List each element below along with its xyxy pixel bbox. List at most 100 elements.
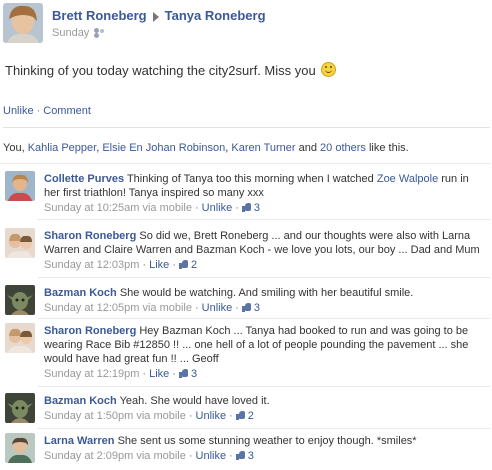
comment-item: Bazman Koch She would be watching. And s… — [0, 277, 492, 317]
mention-link[interactable]: Zoe Walpole — [377, 173, 438, 185]
comment-meta: Sunday at 12:19pm · Like · 3 — [44, 367, 484, 381]
thumbs-up-icon — [241, 302, 252, 312]
comment-body: Sharon Roneberg So did we, Brett Roneber… — [44, 229, 484, 272]
post-title: Brett Roneberg Tanya Roneberg — [52, 8, 266, 23]
comment-like-toggle[interactable]: Like — [149, 368, 169, 380]
comment-like-toggle[interactable]: Unlike — [202, 302, 233, 314]
liker-link[interactable]: Elsie En Johan Robinson — [102, 142, 225, 154]
post-header: Brett Roneberg Tanya Roneberg Sunday — [0, 0, 492, 50]
separator-dot: · — [188, 410, 193, 422]
comment-link[interactable]: Comment — [43, 105, 91, 117]
separator-dot: · — [36, 105, 41, 117]
separator-dot: · — [229, 410, 233, 422]
comment-like-count[interactable]: 3 — [241, 202, 261, 214]
comment-like-toggle[interactable]: Unlike — [196, 450, 227, 462]
friends-privacy-icon — [94, 28, 106, 37]
post-meta: Sunday — [52, 27, 106, 39]
post-actions: Unlike · Comment — [3, 105, 91, 117]
separator-dot: · — [142, 368, 147, 380]
like-count: 3 — [247, 450, 254, 462]
comment-author-link[interactable]: Larna Warren — [44, 435, 115, 447]
comment-time[interactable]: Sunday at 12:05pm via mobile — [44, 302, 192, 314]
separator-dot: · — [172, 368, 176, 380]
post-message-text: Thinking of you today watching the city2… — [5, 63, 316, 78]
comment-meta: Sunday at 12:03pm · Like · 2 — [44, 258, 484, 272]
thumbs-up-icon — [178, 259, 189, 269]
comment-time[interactable]: Sunday at 1:50pm via mobile — [44, 410, 186, 422]
comment-text: She would be watching. And smiling with … — [119, 287, 414, 299]
likes-others-link[interactable]: 20 others — [320, 142, 366, 154]
comment-body: Bazman Koch She would be watching. And s… — [44, 286, 484, 315]
separator-dot: · — [172, 259, 176, 271]
separator-dot: · — [142, 259, 147, 271]
comment-item: Sharon Roneberg So did we, Brett Roneber… — [0, 220, 492, 276]
post-time[interactable]: Sunday — [52, 27, 89, 39]
comment-meta: Sunday at 12:05pm via mobile · Unlike · 3 — [44, 301, 484, 315]
comment-like-count[interactable]: 2 — [235, 410, 254, 422]
thumbs-up-icon — [241, 202, 252, 212]
thumbs-up-icon — [235, 450, 246, 460]
separator-dot: · — [229, 450, 233, 462]
post-message: Thinking of you today watching the city2… — [5, 62, 337, 78]
comment-like-toggle[interactable]: Unlike — [196, 410, 227, 422]
comment-like-count[interactable]: 2 — [178, 259, 198, 271]
comment-time[interactable]: Sunday at 12:19pm — [44, 368, 139, 380]
like-count: 3 — [253, 202, 261, 214]
comment-like-toggle[interactable]: Unlike — [202, 202, 233, 214]
thumbs-up-icon — [235, 410, 246, 420]
like-count: 2 — [247, 410, 254, 422]
separator-dot: · — [235, 202, 239, 214]
comment-author-link[interactable]: Bazman Koch — [44, 287, 117, 299]
commenter-avatar[interactable] — [5, 433, 35, 463]
post-target-link[interactable]: Tanya Roneberg — [165, 8, 266, 23]
comment-text: She sent us some stunning weather to enj… — [117, 435, 417, 447]
comment-author-link[interactable]: Bazman Koch — [44, 395, 117, 407]
like-count: 2 — [190, 259, 198, 271]
separator-dot: · — [235, 302, 239, 314]
comment-item: Larna Warren She sent us some stunning w… — [0, 425, 492, 469]
comment-body: Sharon Roneberg Hey Bazman Koch ... Tany… — [44, 324, 484, 381]
separator-dot: · — [194, 302, 199, 314]
comment-author-link[interactable]: Sharon Roneberg — [44, 230, 136, 242]
comment-author-link[interactable]: Sharon Roneberg — [44, 325, 136, 337]
comment-time[interactable]: Sunday at 10:25am via mobile — [44, 202, 192, 214]
commenter-avatar[interactable] — [5, 323, 35, 353]
comment-meta: Sunday at 10:25am via mobile · Unlike · 3 — [44, 201, 484, 215]
comment-item: Sharon Roneberg Hey Bazman Koch ... Tany… — [0, 315, 492, 387]
comment-author-link[interactable]: Collette Purves — [44, 173, 124, 185]
author-avatar[interactable] — [3, 3, 43, 43]
commenter-avatar[interactable] — [5, 393, 35, 423]
comment-time[interactable]: Sunday at 12:03pm — [44, 259, 139, 271]
liker-link[interactable]: Kahlia Pepper — [28, 142, 97, 154]
commenter-avatar[interactable] — [5, 171, 35, 201]
separator-dot: · — [188, 450, 193, 462]
like-count: 3 — [253, 302, 261, 314]
comment-like-toggle[interactable]: Like — [149, 259, 169, 271]
comment-like-count[interactable]: 3 — [235, 450, 254, 462]
commenter-avatar[interactable] — [5, 285, 35, 315]
comment-like-count[interactable]: 3 — [241, 302, 261, 314]
unlike-link[interactable]: Unlike — [3, 105, 34, 117]
liker-link[interactable]: Karen Turner — [231, 142, 295, 154]
likes-suffix: like this. — [365, 142, 409, 154]
likes-summary: You, Kahlia Pepper, Elsie En Johan Robin… — [3, 127, 490, 154]
likes-you: You, — [3, 142, 28, 154]
comment-body: Collette Purves Thinking of Tanya too th… — [44, 172, 484, 215]
thumbs-up-icon — [178, 368, 189, 378]
comment-item: Collette Purves Thinking of Tanya too th… — [0, 163, 492, 218]
comment-time[interactable]: Sunday at 2:09pm via mobile — [44, 450, 186, 462]
comment-text: Yeah. She would have loved it. — [119, 395, 270, 407]
comment-body: Bazman Koch Yeah. She would have loved i… — [44, 394, 484, 423]
like-count: 3 — [190, 368, 198, 380]
smiley-emoticon-icon — [321, 62, 337, 77]
commenter-avatar[interactable] — [5, 228, 35, 258]
post-author-link[interactable]: Brett Roneberg — [52, 8, 147, 23]
comment-body: Larna Warren She sent us some stunning w… — [44, 434, 484, 463]
comment-like-count[interactable]: 3 — [178, 368, 198, 380]
comment-meta: Sunday at 1:50pm via mobile · Unlike · 2 — [44, 409, 484, 423]
comment-text: Thinking of Tanya too this morning when … — [126, 173, 377, 185]
likes-and: and — [295, 142, 321, 154]
separator-dot: · — [194, 202, 199, 214]
arrow-right-icon — [152, 11, 159, 22]
comment-meta: Sunday at 2:09pm via mobile · Unlike · 3 — [44, 449, 484, 463]
